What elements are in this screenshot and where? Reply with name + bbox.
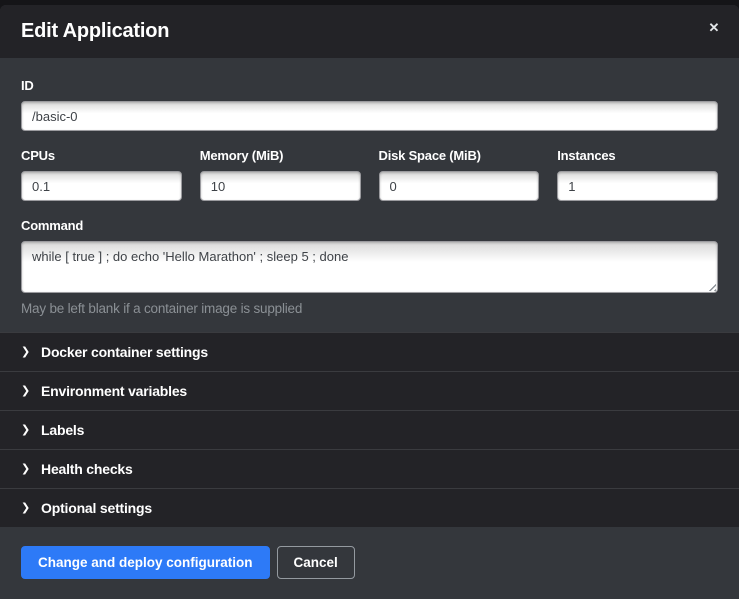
instances-input[interactable]: [557, 171, 718, 201]
cpus-field-group: CPUs: [21, 148, 182, 201]
command-label: Command: [21, 218, 718, 233]
accordion-sections: ❯ Docker container settings ❯ Environmen…: [0, 332, 739, 527]
section-label: Environment variables: [41, 383, 187, 399]
section-labels[interactable]: ❯ Labels: [0, 410, 739, 449]
section-label: Optional settings: [41, 500, 152, 516]
memory-label: Memory (MiB): [200, 148, 361, 163]
instances-label: Instances: [557, 148, 718, 163]
change-and-deploy-button[interactable]: Change and deploy configuration: [21, 546, 270, 579]
chevron-right-icon: ❯: [21, 464, 30, 475]
section-docker-container-settings[interactable]: ❯ Docker container settings: [0, 332, 739, 371]
memory-field-group: Memory (MiB): [200, 148, 361, 201]
modal-title: Edit Application: [21, 20, 169, 43]
id-field-group: ID: [21, 78, 718, 131]
chevron-right-icon: ❯: [21, 386, 30, 397]
chevron-right-icon: ❯: [21, 425, 30, 436]
cpus-input[interactable]: [21, 171, 182, 201]
disk-label: Disk Space (MiB): [379, 148, 540, 163]
section-health-checks[interactable]: ❯ Health checks: [0, 449, 739, 488]
resources-row: CPUs Memory (MiB) Disk Space (MiB) Insta…: [21, 148, 718, 201]
section-optional-settings[interactable]: ❯ Optional settings: [0, 488, 739, 527]
id-label: ID: [21, 78, 718, 93]
instances-field-group: Instances: [557, 148, 718, 201]
section-environment-variables[interactable]: ❯ Environment variables: [0, 371, 739, 410]
disk-field-group: Disk Space (MiB): [379, 148, 540, 201]
close-icon[interactable]: ✕: [703, 17, 725, 39]
section-label: Docker container settings: [41, 344, 208, 360]
section-label: Health checks: [41, 461, 133, 477]
memory-input[interactable]: [200, 171, 361, 201]
chevron-right-icon: ❯: [21, 347, 30, 358]
command-field-group: Command while [ true ] ; do echo 'Hello …: [21, 218, 718, 316]
id-input[interactable]: [21, 101, 718, 131]
cpus-label: CPUs: [21, 148, 182, 163]
modal-header: Edit Application ✕: [0, 5, 739, 58]
cancel-button[interactable]: Cancel: [277, 546, 355, 579]
chevron-right-icon: ❯: [21, 503, 30, 514]
modal-footer: Change and deploy configuration Cancel: [0, 527, 739, 597]
command-textarea[interactable]: while [ true ] ; do echo 'Hello Marathon…: [21, 241, 718, 293]
disk-input[interactable]: [379, 171, 540, 201]
edit-application-modal: Edit Application ✕ ID CPUs Memory (MiB) …: [0, 5, 739, 599]
command-help-text: May be left blank if a container image i…: [21, 301, 718, 316]
section-label: Labels: [41, 422, 84, 438]
edit-application-form: ID CPUs Memory (MiB) Disk Space (MiB) In…: [0, 58, 739, 332]
